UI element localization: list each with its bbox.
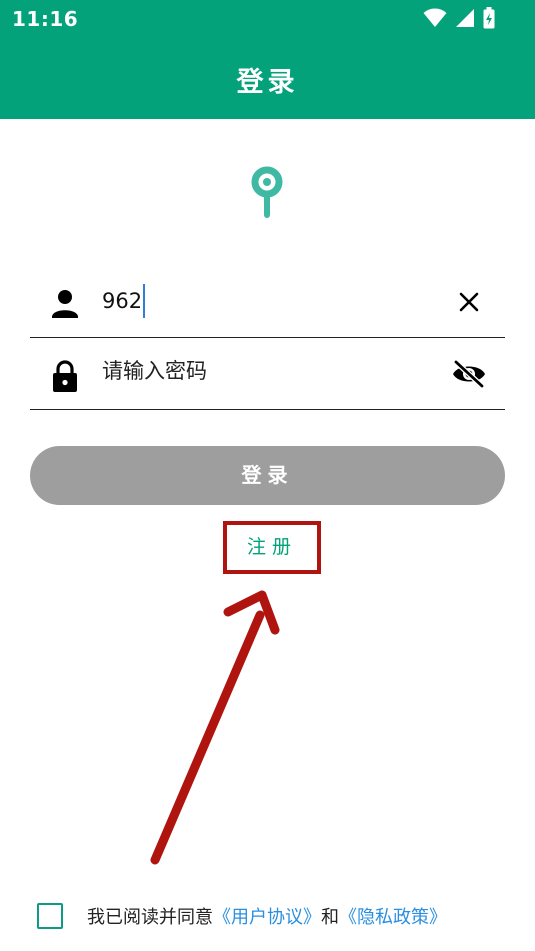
password-input[interactable]: 请输入密码 <box>102 355 207 385</box>
username-field[interactable]: 962 <box>30 266 505 338</box>
status-time: 11:16 <box>12 7 79 31</box>
username-input[interactable]: 962 <box>102 284 146 318</box>
battery-icon <box>483 7 495 29</box>
agreement-and-text: 和 <box>321 907 339 928</box>
lock-icon <box>53 360 77 392</box>
text-cursor <box>143 284 146 318</box>
agreement-checkbox[interactable] <box>37 903 63 929</box>
clear-icon[interactable] <box>457 290 481 314</box>
signal-icon <box>456 9 474 27</box>
agreement-row: 我已阅读并同意 《用户协议》 和 《隐私政策》 <box>37 899 447 933</box>
status-icons <box>423 7 495 29</box>
app-bar: 登录 <box>0 38 535 119</box>
user-agreement-link[interactable]: 《用户协议》 <box>213 903 321 929</box>
agreement-text: 我已阅读并同意 <box>87 907 213 928</box>
wifi-icon <box>423 8 447 27</box>
page-title: 登录 <box>236 67 299 98</box>
app-logo <box>251 166 283 218</box>
username-value: 962 <box>102 289 143 313</box>
annotation-arrow <box>150 590 280 865</box>
register-link[interactable]: 注册 <box>223 521 321 574</box>
login-button[interactable]: 登录 <box>30 446 505 505</box>
status-bar: 11:16 <box>0 0 535 38</box>
privacy-policy-link[interactable]: 《隐私政策》 <box>339 903 447 929</box>
person-icon <box>52 290 78 318</box>
password-field[interactable]: 请输入密码 <box>30 338 505 410</box>
eye-off-icon[interactable] <box>452 359 486 389</box>
